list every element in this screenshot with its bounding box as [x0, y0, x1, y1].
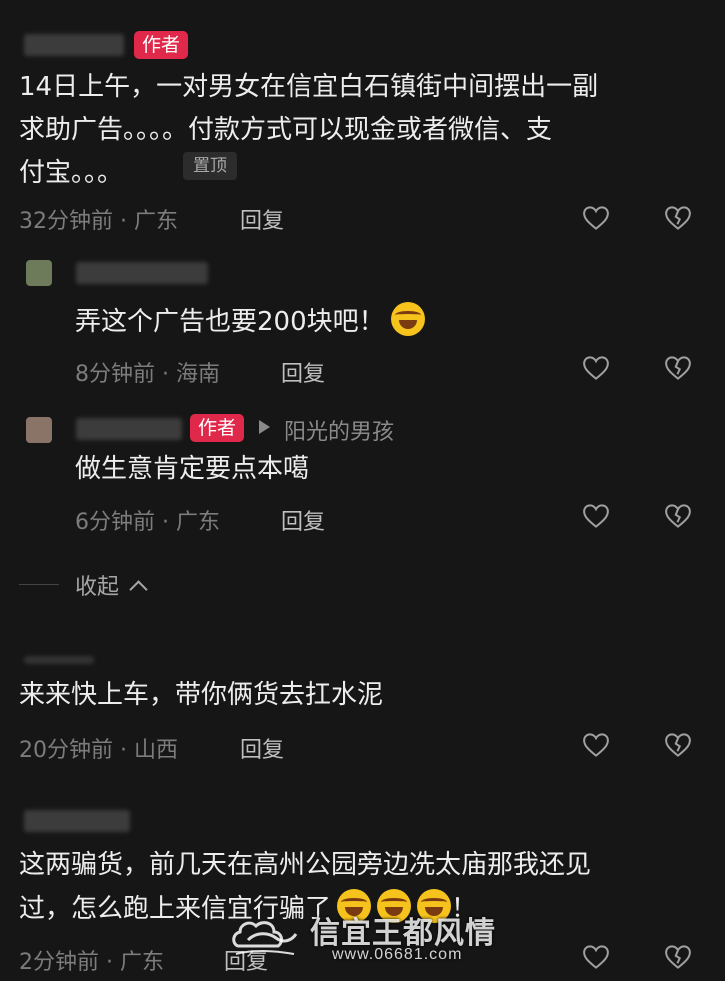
- dislike-broken-heart-icon[interactable]: [663, 501, 693, 531]
- username-blurred[interactable]: [24, 810, 130, 832]
- collapse-label: 收起: [75, 575, 120, 600]
- like-heart-icon[interactable]: [581, 203, 611, 233]
- comment-item: 作者 14日上午，一对男女在信宜白石镇街中间摆出一副 求助广告。。。。付款方式可…: [0, 0, 725, 240]
- comment-text-line: 求助广告。。。。付款方式可以现金或者微信、支: [19, 115, 553, 145]
- laughing-emoji-icon: [390, 302, 425, 336]
- pinned-badge: 置顶: [183, 152, 237, 180]
- comment-text: 来来快上车，带你俩货去扛水泥: [19, 680, 384, 710]
- comment-text-line: 付宝。。。: [19, 158, 124, 188]
- like-heart-icon[interactable]: [581, 730, 611, 760]
- comment-item: 来来快上车，带你俩货去扛水泥 20分钟前 · 山西 回复: [0, 650, 725, 770]
- reply-arrow-icon: [259, 420, 270, 434]
- dislike-broken-heart-icon[interactable]: [663, 203, 693, 233]
- username-blurred[interactable]: [76, 418, 182, 440]
- comment-meta: 2分钟前 · 广东: [19, 950, 164, 975]
- chevron-up-icon: [129, 580, 148, 599]
- like-heart-icon[interactable]: [581, 501, 611, 531]
- author-badge: 作者: [190, 414, 245, 442]
- watermark: 信宜王都风情 www.06681.com: [228, 906, 528, 976]
- collapse-replies-button[interactable]: 收起: [75, 569, 148, 601]
- like-heart-icon[interactable]: [581, 942, 611, 972]
- watermark-logo-icon: [232, 921, 298, 955]
- author-badge: 作者: [134, 31, 189, 59]
- reply-button[interactable]: 回复: [240, 732, 284, 764]
- dislike-broken-heart-icon[interactable]: [663, 942, 693, 972]
- reply-button[interactable]: 回复: [281, 504, 325, 536]
- reply-item: 弄这个广告也要200块吧！ 8分钟前 · 海南 回复: [0, 250, 725, 390]
- username-blurred[interactable]: [76, 262, 208, 284]
- comment-meta: 8分钟前 · 海南: [75, 362, 220, 387]
- reply-text: 弄这个广告也要200块吧！: [75, 302, 425, 341]
- avatar[interactable]: [26, 417, 52, 443]
- collapse-divider: [19, 584, 59, 585]
- reply-item: 作者 阳光的男孩 做生意肯定要点本噶 6分钟前 · 广东 回复: [0, 400, 725, 550]
- reply-button[interactable]: 回复: [240, 203, 284, 235]
- comment-text-line: 这两骗货，前几天在高州公园旁边冼太庙那我还见: [19, 850, 592, 880]
- comment-text-line: 14日上午，一对男女在信宜白石镇街中间摆出一副: [19, 72, 599, 102]
- reply-text: 做生意肯定要点本噶: [75, 454, 310, 484]
- comment-meta: 6分钟前 · 广东: [75, 510, 220, 535]
- dislike-broken-heart-icon[interactable]: [663, 730, 693, 760]
- watermark-url: www.06681.com: [332, 946, 463, 963]
- avatar[interactable]: [26, 260, 52, 286]
- reply-button[interactable]: 回复: [281, 356, 325, 388]
- username-blurred[interactable]: [24, 34, 124, 56]
- comment-meta: 20分钟前 · 山西: [19, 738, 178, 763]
- dislike-broken-heart-icon[interactable]: [663, 353, 693, 383]
- username-blurred[interactable]: [24, 656, 94, 664]
- comment-meta: 32分钟前 · 广东: [19, 209, 178, 234]
- like-heart-icon[interactable]: [581, 353, 611, 383]
- reply-to-username[interactable]: 阳光的男孩: [284, 414, 394, 446]
